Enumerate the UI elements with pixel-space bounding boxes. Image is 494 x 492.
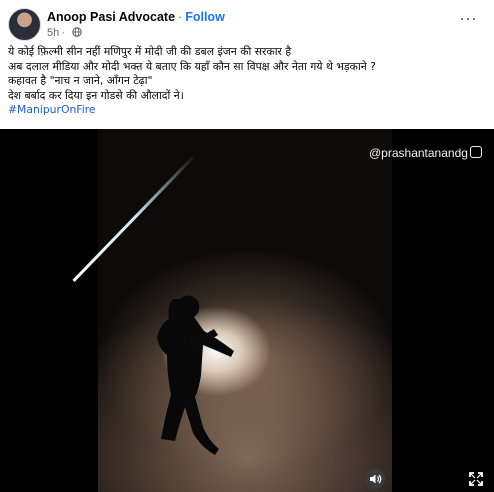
post-text: ये कोई फ़िल्मी सीन नहीं मणिपुर में मोदी … [8, 45, 488, 118]
video-frame: @prashantanandg [72, 129, 482, 492]
post-text-line: देश बर्बाद कर दिया इन गोडसे की औलादों ने… [8, 88, 184, 102]
post-header: Anoop Pasi Advocate · Follow 5h · ··· [0, 0, 494, 44]
post-text-line: ये कोई फ़िल्मी सीन नहीं मणिपुर में मोदी … [8, 45, 292, 58]
post-text-line: अब दलाल मीडिया और मोदी भक्त ये बताए कि य… [8, 59, 376, 73]
watermark-icon [469, 146, 482, 158]
sound-icon[interactable] [365, 469, 385, 489]
author-line: Anoop Pasi Advocate · Follow [47, 10, 225, 24]
video-watermark: @prashantanandg [369, 146, 482, 160]
author-avatar[interactable] [8, 8, 41, 41]
person-silhouette [157, 295, 234, 455]
post-meta: 5h · [47, 27, 82, 39]
meta-separator: · [61, 27, 65, 39]
expand-icon[interactable] [468, 471, 484, 487]
follow-button[interactable]: Follow [185, 10, 225, 24]
post-text-line: कहावत है "नाच न जाने, आँगन टेढ़ा" [8, 74, 153, 87]
globe-icon [72, 27, 82, 37]
hashtag-link[interactable]: #ManipurOnFire [8, 103, 488, 118]
video-player[interactable]: @prashantanandg [0, 129, 494, 492]
author-name[interactable]: Anoop Pasi Advocate [47, 10, 175, 24]
more-options-icon[interactable]: ··· [456, 9, 480, 30]
light-beam [72, 154, 197, 282]
watermark-text: @prashantanandg [369, 146, 468, 160]
separator-dot: · [178, 10, 183, 24]
post-time[interactable]: 5h [47, 27, 59, 39]
